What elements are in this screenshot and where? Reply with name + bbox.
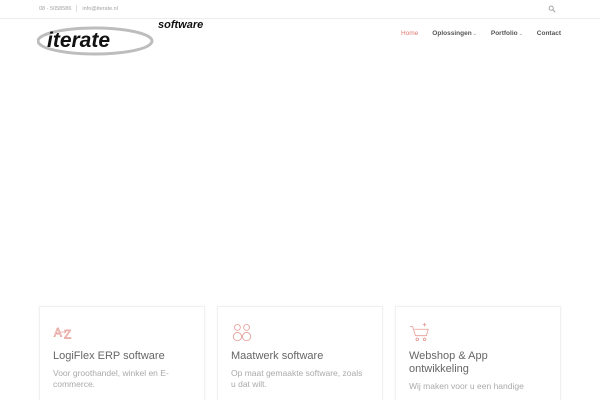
iterate-logo[interactable]: software iterate — [37, 20, 213, 56]
logo-text: iterate — [47, 29, 110, 52]
cart-icon — [409, 322, 429, 342]
chevron-down-icon: ⌄ — [518, 30, 523, 37]
card-title: LogiFlex ERP software — [53, 350, 165, 362]
card-title: Webshop & App ontwikkeling — [409, 350, 488, 375]
search-icon[interactable] — [548, 5, 556, 13]
svg-text:A: A — [54, 326, 62, 340]
people-icon — [232, 324, 252, 342]
card-text: Wij maken voor u een handige — [409, 381, 524, 391]
nav-item-label: Oplossingen — [432, 30, 472, 37]
card-text: Op maat gemaakte software, zoals u dat w… — [231, 368, 363, 389]
svg-text:Z: Z — [64, 327, 71, 341]
card-title: Maatwerk software — [231, 350, 324, 362]
email-link[interactable]: info@iterate.nl — [82, 6, 118, 12]
divider — [76, 5, 78, 12]
site-header: software iterate Home Oplossingen ⌄ Port… — [0, 19, 600, 63]
feature-card-webshop[interactable]: Webshop & App ontwikkeling Wij maken voo… — [395, 306, 561, 400]
nav-item-portfolio[interactable]: Portfolio ⌄ — [491, 30, 523, 37]
nav-item-label: Home — [400, 30, 419, 37]
feature-card-erp[interactable]: A Z LogiFlex ERP software Voor groothand… — [39, 306, 205, 400]
nav-item-label: Portfolio — [490, 30, 518, 37]
feature-card-maatwerk[interactable]: Maatwerk software Op maat gemaakte softw… — [217, 306, 383, 400]
logo-subtext: software — [158, 20, 203, 31]
nav-item-home[interactable]: Home — [401, 30, 418, 37]
phone-number[interactable]: 08 - 5058586 — [39, 6, 71, 12]
nav-item-label: Contact — [536, 30, 561, 37]
az-sort-icon: A Z — [54, 325, 72, 341]
top-bar: 08 - 5058586 info@iterate.nl — [0, 0, 600, 19]
main-nav: Home Oplossingen ⌄ Portfolio ⌄ Contact — [387, 30, 561, 37]
nav-item-contact[interactable]: Contact — [537, 30, 561, 37]
chevron-down-icon: ⌄ — [472, 30, 477, 37]
nav-item-oplossingen[interactable]: Oplossingen ⌄ — [432, 30, 477, 37]
card-text: Voor groothandel, winkel en E-commerce. — [53, 368, 169, 389]
feature-cards: A Z LogiFlex ERP software Voor groothand… — [39, 306, 561, 400]
contact-info: 08 - 5058586 info@iterate.nl — [39, 5, 118, 12]
